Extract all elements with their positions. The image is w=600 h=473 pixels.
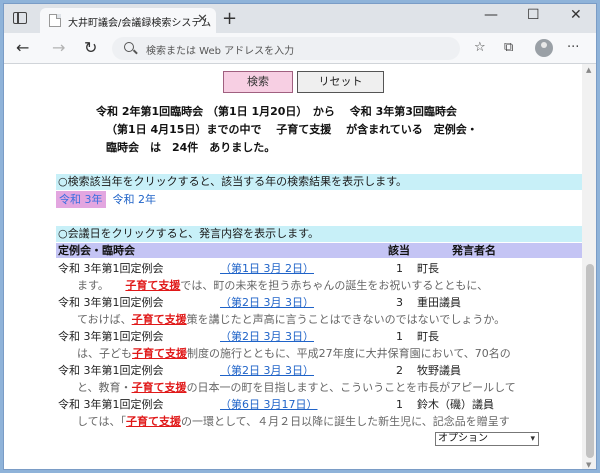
collections-icon[interactable]: ⧉ [504,40,513,55]
table-row: 令和 3年第1回定例会 （第2日 3月 3日） 2 牧野議員 [56,362,582,379]
year-links: 令和 3年 令和 2年 [56,191,159,208]
summary-line: 令和 2年第1回臨時会 （第1日 1月20日） から 令和 3年第3回臨時会 [96,105,457,118]
row-speaker: 鈴木（磯）議員 [417,398,494,411]
row-speaker: 牧野議員 [417,364,461,377]
tab-close-icon[interactable]: ✕ [197,12,208,27]
row-snippet: ておけば、子育て支援策を講じたと声高に言うことはできないのではないでしょうか。 [56,311,582,328]
snippet-keyword: 子育て支援 [125,279,181,292]
row-snippet: は、子ども子育て支援制度の施行とともに、平成27年度に大井保育園において、70名… [56,345,582,362]
forward-icon[interactable]: → [52,38,65,57]
snippet-post: の一環として、４月２日以降に誕生した新生児に、記念品を贈呈す [180,415,510,428]
minimize-icon[interactable]: — [484,7,498,23]
search-summary: 令和 2年第1回臨時会 （第1日 1月20日） から 令和 3年第3回臨時会 （… [96,103,526,157]
refresh-icon[interactable]: ↻ [84,38,97,57]
back-icon[interactable]: ← [16,38,29,57]
table-row: 令和 3年第1回定例会 （第2日 3月 3日） 1 町長 [56,328,582,345]
close-window-icon[interactable]: ✕ [570,7,582,23]
row-date-link[interactable]: （第2日 3月 3日） [220,294,314,311]
date-hint-band: ○会議日をクリックすると、発言内容を表示します。 [56,226,582,242]
profile-avatar[interactable] [535,39,553,57]
option-select[interactable]: オプション ▾ [435,432,539,446]
snippet-post: では、町の未来を担う赤ちゃんの誕生をお祝いするとともに、 [180,279,489,292]
table-row: 令和 3年第1回定例会 （第6日 3月17日） 1 鈴木（磯）議員 [56,396,582,413]
table-row: 令和 3年第1回定例会 （第2日 3月 3日） 3 重田議員 [56,294,582,311]
row-speaker: 重田議員 [417,296,461,309]
snippet-pre: ておけば、 [77,313,132,326]
year-link[interactable]: 令和 2年 [110,191,160,208]
reset-button[interactable]: リセット [297,71,384,93]
page-viewport: 検索 リセット 令和 2年第1回臨時会 （第1日 1月20日） から 令和 3年… [4,64,596,469]
maximize-icon[interactable]: ☐ [527,7,540,23]
row-snippet: ます。 子育て支援では、町の未来を担う赤ちゃんの誕生をお祝いするとともに、 [56,277,582,294]
chevron-down-icon: ▾ [530,434,535,444]
snippet-keyword: 子育て支援 [131,313,187,326]
address-toolbar: ← → ↻ 検索または Web アドレスを入力 ☆ ⧉ ··· [4,33,596,64]
row-session: 令和 3年第1回定例会 [58,398,164,411]
snippet-pre: は、子ども [77,347,132,360]
snippet-post: 策を講じたと声高に言うことはできないのではないでしょうか。 [186,313,506,326]
row-count: 3 [396,296,403,309]
row-count: 2 [396,364,403,377]
snippet-pre: と、教育・ [77,381,132,394]
scrollbar-thumb[interactable] [586,264,594,458]
scroll-down-icon[interactable]: ▼ [586,461,591,469]
tab-actions-icon[interactable] [13,12,27,24]
row-count: 1 [396,262,403,275]
table-row: 令和 3年第1回定例会 （第1日 3月 2日） 1 町長 [56,260,582,277]
row-session: 令和 3年第1回定例会 [58,262,164,275]
row-session: 令和 3年第1回定例会 [58,364,164,377]
row-date-link[interactable]: （第1日 3月 2日） [220,260,314,277]
address-placeholder: 検索または Web アドレスを入力 [146,46,295,57]
header-speaker: 発言者名 [452,244,496,257]
page-favicon-icon [49,14,61,27]
new-tab-icon[interactable]: + [222,8,237,29]
header-session: 定例会・臨時会 [58,244,135,257]
snippet-keyword: 子育て支援 [132,347,187,360]
results-table-header: 定例会・臨時会 該当 発言者名 [56,243,582,258]
row-session: 令和 3年第1回定例会 [58,296,164,309]
row-count: 1 [396,330,403,343]
row-speaker: 町長 [417,262,439,275]
results-list: 令和 3年第1回定例会 （第1日 3月 2日） 1 町長 ます。 子育て支援では… [56,260,582,430]
tab-title: 大井町議会/会議録検索システム [68,18,212,29]
address-bar[interactable]: 検索または Web アドレスを入力 [112,37,460,60]
snippet-pre: ます。 [77,279,126,292]
page-content: 検索 リセット 令和 2年第1回臨時会 （第1日 1月20日） から 令和 3年… [4,64,582,469]
snippet-post: 制度の施行とともに、平成27年度に大井保育園において、70名の [187,347,511,360]
search-icon [124,42,134,52]
row-session: 令和 3年第1回定例会 [58,330,164,343]
snippet-keyword: 子育て支援 [131,381,187,394]
snippet-pre: しては、「 [77,415,126,428]
row-speaker: 町長 [417,330,439,343]
vertical-scrollbar[interactable]: ▲ ▼ [582,64,596,469]
snippet-keyword: 子育て支援 [125,415,181,428]
tab-active[interactable]: 大井町議会/会議録検索システム ✕ [40,8,216,33]
tab-strip: 大井町議会/会議録検索システム ✕ + — ☐ ✕ [4,4,596,33]
row-date-link[interactable]: （第2日 3月 3日） [220,362,314,379]
scroll-up-icon[interactable]: ▲ [586,66,591,74]
search-button[interactable]: 検索 [223,71,293,93]
snippet-post: の日本一の町を目指しますと、こういうことを市長がアピールして [186,381,516,394]
row-date-link[interactable]: （第2日 3月 3日） [220,328,314,345]
favorites-icon[interactable]: ☆ [474,40,486,55]
row-snippet: しては、「子育て支援の一環として、４月２日以降に誕生した新生児に、記念品を贈呈す [56,413,582,430]
year-hint-band: ○検索該当年をクリックすると、該当する年の検索結果を表示します。 [56,174,582,190]
settings-menu-icon[interactable]: ··· [567,40,579,55]
summary-line: （第1日 4月15日）までの中で 子育て支援 が含まれている 定例会・ [106,123,478,136]
row-count: 1 [396,398,403,411]
option-select-value: オプション [438,433,488,444]
row-snippet: と、教育・子育て支援の日本一の町を目指しますと、こういうことを市長がアピールして [56,379,582,396]
summary-line: 臨時会 は 24件 ありました。 [106,141,276,154]
year-link-selected[interactable]: 令和 3年 [56,191,106,208]
header-applicable: 該当 [388,244,410,257]
browser-window: 大井町議会/会議録検索システム ✕ + — ☐ ✕ ← → ↻ 検索または We… [3,3,597,470]
row-date-link[interactable]: （第6日 3月17日） [220,396,318,413]
